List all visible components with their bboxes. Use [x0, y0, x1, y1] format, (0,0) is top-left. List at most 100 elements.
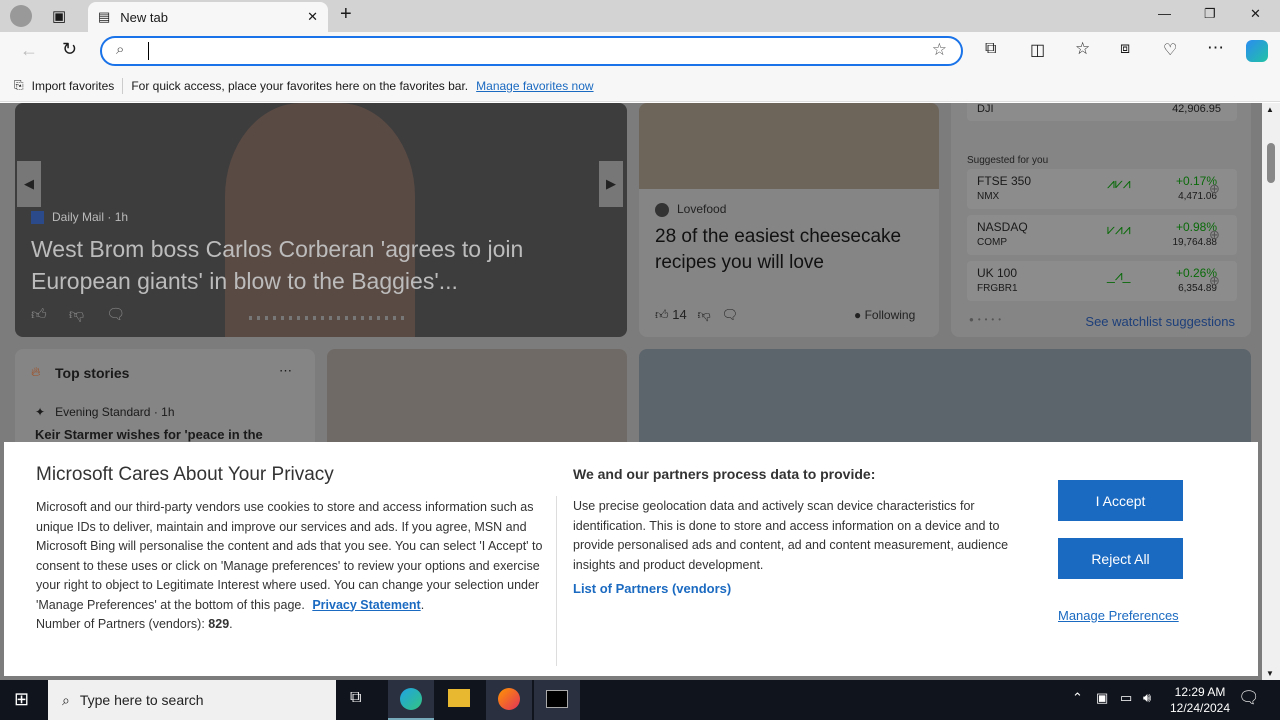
privacy-statement-link[interactable]: Privacy Statement — [312, 598, 420, 612]
profile-avatar[interactable] — [10, 5, 32, 27]
like-icon[interactable]: 👍︎ — [31, 306, 47, 323]
top-stories-title: Top stories — [55, 365, 130, 381]
favorites-icon[interactable]: ☆ — [1075, 39, 1090, 59]
newtab-icon: ▤ — [98, 9, 111, 24]
comment-icon[interactable]: 🗨︎ — [106, 306, 125, 323]
scroll-down-arrow[interactable]: ▼ — [1266, 669, 1274, 678]
more-options-icon[interactable]: ⋯ — [279, 363, 292, 379]
show-hidden-icons[interactable]: ⌃ — [1072, 690, 1083, 706]
prev-arrow[interactable]: ◀ — [17, 161, 41, 207]
manage-favorites-link[interactable]: Manage favorites now — [476, 79, 593, 93]
add-favorite-icon[interactable]: ☆ — [932, 40, 947, 60]
stock-name: FTSE 350 — [977, 174, 1032, 188]
meet-icon[interactable]: ▣ — [1096, 690, 1108, 706]
file-explorer-icon[interactable] — [448, 689, 470, 707]
accept-button[interactable]: I Accept — [1058, 480, 1183, 521]
import-icon: ⎘ — [14, 78, 24, 92]
scroll-up-arrow[interactable]: ▲ — [1266, 105, 1274, 114]
partners-label: Number of Partners (vendors): — [36, 617, 205, 631]
carousel-dots[interactable]: ●•••• — [969, 315, 1005, 324]
new-tab-button[interactable]: + — [340, 3, 352, 26]
vendors-link[interactable]: List of Partners (vendors) — [573, 581, 731, 596]
clock[interactable]: 12:29 AM 12/24/2024 — [1164, 684, 1236, 716]
markets-card: DJI 42,906.95 Suggested for you FTSE 350 N… — [951, 103, 1251, 337]
tab-new-tab[interactable]: ▤ New tab ✕ — [88, 2, 328, 32]
source-logo — [31, 211, 44, 225]
stock-symbol: FRGBR1 — [977, 283, 1018, 294]
fire-icon: 🔥︎ — [31, 364, 41, 379]
address-bar[interactable]: ⌕ ☆ — [100, 36, 963, 66]
split-screen-icon[interactable]: ◫ — [1030, 40, 1045, 60]
purposes-title: We and our partners process data to prov… — [573, 466, 876, 482]
stock-name: UK 100 — [977, 266, 1018, 280]
maximize-button[interactable]: ❐ — [1204, 6, 1216, 22]
back-button[interactable]: ← — [20, 40, 38, 61]
comment-icon[interactable]: 🗨︎ — [722, 307, 739, 322]
source-logo: ✦ — [35, 405, 46, 419]
import-favorites-button[interactable]: Import favorites — [32, 79, 115, 93]
text-cursor — [148, 42, 149, 60]
search-icon: ⌕ — [116, 41, 125, 58]
food-title[interactable]: 28 of the easiest cheesecake recipes you… — [655, 224, 925, 276]
taskbar: ⊞ ⌕ Type here to search ⧉ ⌃ ▣ ▭ 🔊︎ 12:29 … — [0, 680, 1280, 720]
terminal-taskbar-icon[interactable] — [534, 680, 580, 720]
like-count: 14 — [672, 307, 687, 322]
hero-time: 1h — [114, 210, 129, 224]
divider — [556, 496, 557, 666]
dislike-icon[interactable]: 👎︎ — [69, 306, 84, 323]
taskbar-search[interactable]: ⌕ Type here to search — [48, 680, 336, 720]
privacy-banner: Microsoft Cares About Your Privacy Micro… — [4, 442, 1258, 676]
food-card[interactable]: Lovefood 28 of the easiest cheesecake re… — [639, 103, 939, 337]
refresh-button[interactable]: ↻ — [62, 39, 77, 60]
edge-taskbar-icon[interactable] — [388, 680, 434, 720]
watchlist-link[interactable]: See watchlist suggestions — [1085, 314, 1235, 329]
windows-start-icon[interactable]: ⊞ — [14, 689, 29, 710]
more-menu-icon[interactable]: ⋯ — [1207, 38, 1224, 58]
add-stock-icon[interactable]: ⊕ — [1209, 273, 1220, 289]
close-tab-icon[interactable]: ✕ — [307, 9, 318, 25]
tab-actions-icon[interactable]: ▣ — [52, 7, 66, 25]
reject-all-button[interactable]: Reject All — [1058, 538, 1183, 579]
volume-icon[interactable]: 🔊︎ — [1143, 690, 1151, 706]
dislike-icon[interactable]: 👎︎ — [698, 307, 711, 322]
purposes-body: Use precise geolocation data and activel… — [573, 499, 1009, 572]
network-icon[interactable]: ▭ — [1120, 690, 1132, 706]
clock-time: 12:29 AM — [1174, 685, 1226, 699]
partners-count: 829 — [208, 617, 230, 631]
hero-card[interactable]: ◀ ▶ Daily Mail · 1h West Brom boss Carlo… — [15, 103, 627, 337]
stock-name: NASDAQ — [977, 220, 1028, 234]
stock-row[interactable]: UK 100 FRGBR1 _⩘_ +0.26% 6,354.89 — [967, 261, 1237, 301]
story-headline[interactable]: Keir Starmer wishes for 'peace in the — [35, 427, 263, 442]
task-view-icon[interactable]: ⧉ — [350, 689, 361, 707]
stock-row[interactable]: NASDAQ COMP ⩗⩘⩘ +0.98% 19,764.88 — [967, 215, 1237, 255]
close-window-button[interactable]: ✕ — [1250, 6, 1261, 22]
copilot-icon[interactable] — [1246, 40, 1268, 62]
add-stock-icon[interactable]: ⊕ — [1209, 181, 1220, 197]
notifications-icon[interactable]: 🗨︎ — [1238, 688, 1260, 708]
manage-preferences-link[interactable]: Manage Preferences — [1058, 608, 1179, 623]
carousel-dots[interactable] — [249, 316, 409, 320]
firefox-taskbar-icon[interactable] — [486, 680, 532, 720]
privacy-body: Microsoft and our third-party vendors us… — [36, 500, 543, 612]
collections-icon[interactable]: ⧈ — [1120, 40, 1130, 58]
performance-icon[interactable]: ♡ — [1163, 40, 1177, 60]
next-arrow[interactable]: ▶ — [599, 161, 623, 207]
food-source: Lovefood — [677, 202, 727, 216]
like-icon[interactable]: 👍︎ — [655, 307, 669, 322]
minimize-button[interactable]: — — [1158, 6, 1171, 21]
stock-row[interactable]: FTSE 350 NMX ⩘⩗⩘ +0.17% 4,471.06 — [967, 169, 1237, 209]
stock-symbol: DJI — [977, 103, 994, 115]
following-button[interactable]: Following — [865, 308, 916, 322]
extensions-icon[interactable]: ⧉ — [985, 40, 996, 58]
scrollbar[interactable]: ▲ ▼ — [1262, 103, 1280, 680]
scroll-thumb[interactable] — [1267, 143, 1275, 183]
sparkline: _⩘_ — [1107, 267, 1131, 283]
hero-title[interactable]: West Brom boss Carlos Corberan 'agrees t… — [31, 233, 591, 297]
source-logo — [655, 202, 669, 217]
cheesecake-image — [639, 103, 939, 189]
stock-symbol: COMP — [977, 237, 1007, 248]
hero-source: Daily Mail — [52, 210, 105, 224]
story-source: Evening Standard — [55, 405, 151, 419]
add-stock-icon[interactable]: ⊕ — [1209, 227, 1220, 243]
stock-row-dji[interactable]: DJI 42,906.95 — [967, 103, 1237, 121]
